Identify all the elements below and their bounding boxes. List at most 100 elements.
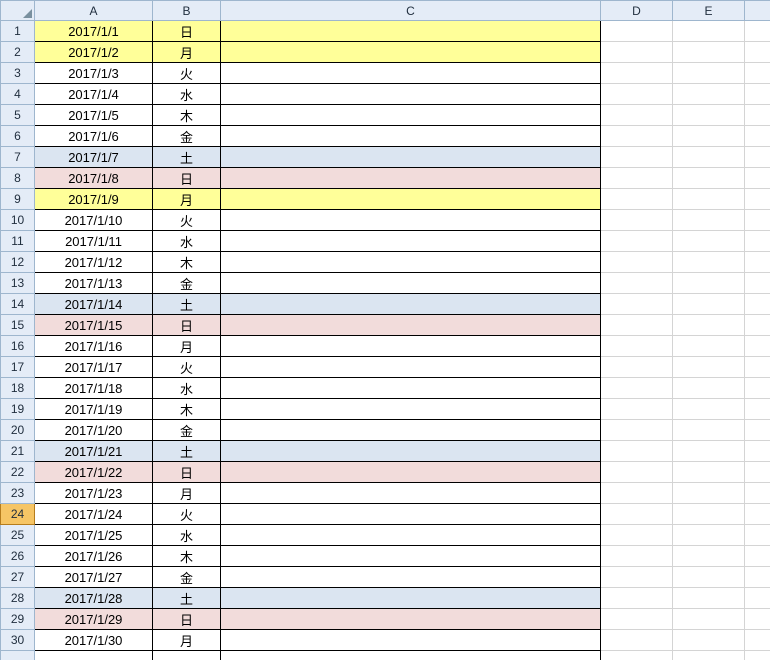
cell-empty-partial[interactable] [745,483,770,504]
table-row[interactable]: 202017/1/20金 [1,420,770,441]
cell-weekday[interactable]: 日 [153,168,221,189]
row-header[interactable]: 2 [1,42,35,63]
cell-note[interactable] [221,420,601,441]
row-header[interactable]: 4 [1,84,35,105]
cell-date[interactable]: 2017/1/22 [35,462,153,483]
row-header[interactable]: 20 [1,420,35,441]
cell-date[interactable]: 2017/1/21 [35,441,153,462]
cell-empty-E[interactable] [673,378,745,399]
table-row[interactable]: 132017/1/13金 [1,273,770,294]
row-header[interactable]: 28 [1,588,35,609]
cell-empty[interactable] [153,651,221,660]
cell-date[interactable]: 2017/1/4 [35,84,153,105]
cell-empty-D[interactable] [601,441,673,462]
cell-empty-E[interactable] [673,525,745,546]
cell-empty-E[interactable] [673,252,745,273]
cell-date[interactable]: 2017/1/27 [35,567,153,588]
cell-weekday[interactable]: 土 [153,441,221,462]
cell-date[interactable]: 2017/1/6 [35,126,153,147]
cell-date[interactable]: 2017/1/20 [35,420,153,441]
table-row-partial[interactable] [1,651,770,660]
table-row[interactable]: 182017/1/18水 [1,378,770,399]
cell-note[interactable] [221,273,601,294]
cell-date[interactable]: 2017/1/17 [35,357,153,378]
cell-date[interactable]: 2017/1/8 [35,168,153,189]
row-header[interactable]: 9 [1,189,35,210]
cell-empty-D[interactable] [601,315,673,336]
cell-empty-E[interactable] [673,630,745,651]
cell-note[interactable] [221,462,601,483]
cell-empty-partial[interactable] [745,525,770,546]
cell-empty-D[interactable] [601,273,673,294]
cell-weekday[interactable]: 火 [153,504,221,525]
cell-weekday[interactable]: 水 [153,84,221,105]
cell-empty[interactable] [35,651,153,660]
cell-note[interactable] [221,105,601,126]
row-header[interactable]: 15 [1,315,35,336]
cell-empty-D[interactable] [601,525,673,546]
cell-note[interactable] [221,315,601,336]
row-header[interactable]: 18 [1,378,35,399]
cell-empty-partial[interactable] [745,588,770,609]
cell-empty[interactable] [601,651,673,660]
row-header[interactable]: 29 [1,609,35,630]
cell-empty-E[interactable] [673,546,745,567]
cell-date[interactable]: 2017/1/14 [35,294,153,315]
col-header-D[interactable]: D [601,1,673,21]
col-header-partial[interactable] [745,1,770,21]
cell-weekday[interactable]: 金 [153,420,221,441]
cell-note[interactable] [221,630,601,651]
row-header[interactable]: 24 [1,504,35,525]
cell-date[interactable]: 2017/1/23 [35,483,153,504]
cell-empty-E[interactable] [673,588,745,609]
cell-note[interactable] [221,168,601,189]
cell-date[interactable]: 2017/1/15 [35,315,153,336]
row-header[interactable]: 5 [1,105,35,126]
cell-date[interactable]: 2017/1/7 [35,147,153,168]
cell-empty-D[interactable] [601,147,673,168]
cell-date[interactable]: 2017/1/3 [35,63,153,84]
table-row[interactable]: 172017/1/17火 [1,357,770,378]
cell-weekday[interactable]: 日 [153,21,221,42]
cell-empty-partial[interactable] [745,504,770,525]
row-header[interactable]: 16 [1,336,35,357]
cell-weekday[interactable]: 月 [153,42,221,63]
row-header[interactable]: 7 [1,147,35,168]
cell-empty-D[interactable] [601,609,673,630]
table-row[interactable]: 102017/1/10火 [1,210,770,231]
cell-weekday[interactable]: 水 [153,525,221,546]
table-row[interactable]: 292017/1/29日 [1,609,770,630]
row-header[interactable]: 26 [1,546,35,567]
table-row[interactable]: 252017/1/25水 [1,525,770,546]
cell-date[interactable]: 2017/1/9 [35,189,153,210]
table-row[interactable]: 242017/1/24火 [1,504,770,525]
row-header[interactable]: 12 [1,252,35,273]
cell-empty-D[interactable] [601,399,673,420]
cell-empty-E[interactable] [673,399,745,420]
row-header[interactable]: 25 [1,525,35,546]
cell-note[interactable] [221,231,601,252]
cell-empty-E[interactable] [673,609,745,630]
row-header[interactable]: 11 [1,231,35,252]
cell-empty-E[interactable] [673,294,745,315]
cell-empty-D[interactable] [601,42,673,63]
cell-empty-D[interactable] [601,294,673,315]
cell-date[interactable]: 2017/1/2 [35,42,153,63]
cell-empty-D[interactable] [601,588,673,609]
grid[interactable]: A B C D E 12017/1/1日22017/1/2月32017/1/3火… [0,0,770,660]
cell-empty-E[interactable] [673,210,745,231]
cell-empty-partial[interactable] [745,126,770,147]
cell-empty-partial[interactable] [745,147,770,168]
cell-empty-D[interactable] [601,462,673,483]
table-row[interactable]: 192017/1/19木 [1,399,770,420]
cell-empty-partial[interactable] [745,462,770,483]
cell-empty-partial[interactable] [745,609,770,630]
cell-empty-partial[interactable] [745,441,770,462]
cell-empty-D[interactable] [601,210,673,231]
cell-weekday[interactable]: 水 [153,231,221,252]
cell-weekday[interactable]: 月 [153,336,221,357]
row-header[interactable]: 8 [1,168,35,189]
column-header-row[interactable]: A B C D E [1,1,770,21]
row-header[interactable]: 27 [1,567,35,588]
cell-empty-E[interactable] [673,21,745,42]
